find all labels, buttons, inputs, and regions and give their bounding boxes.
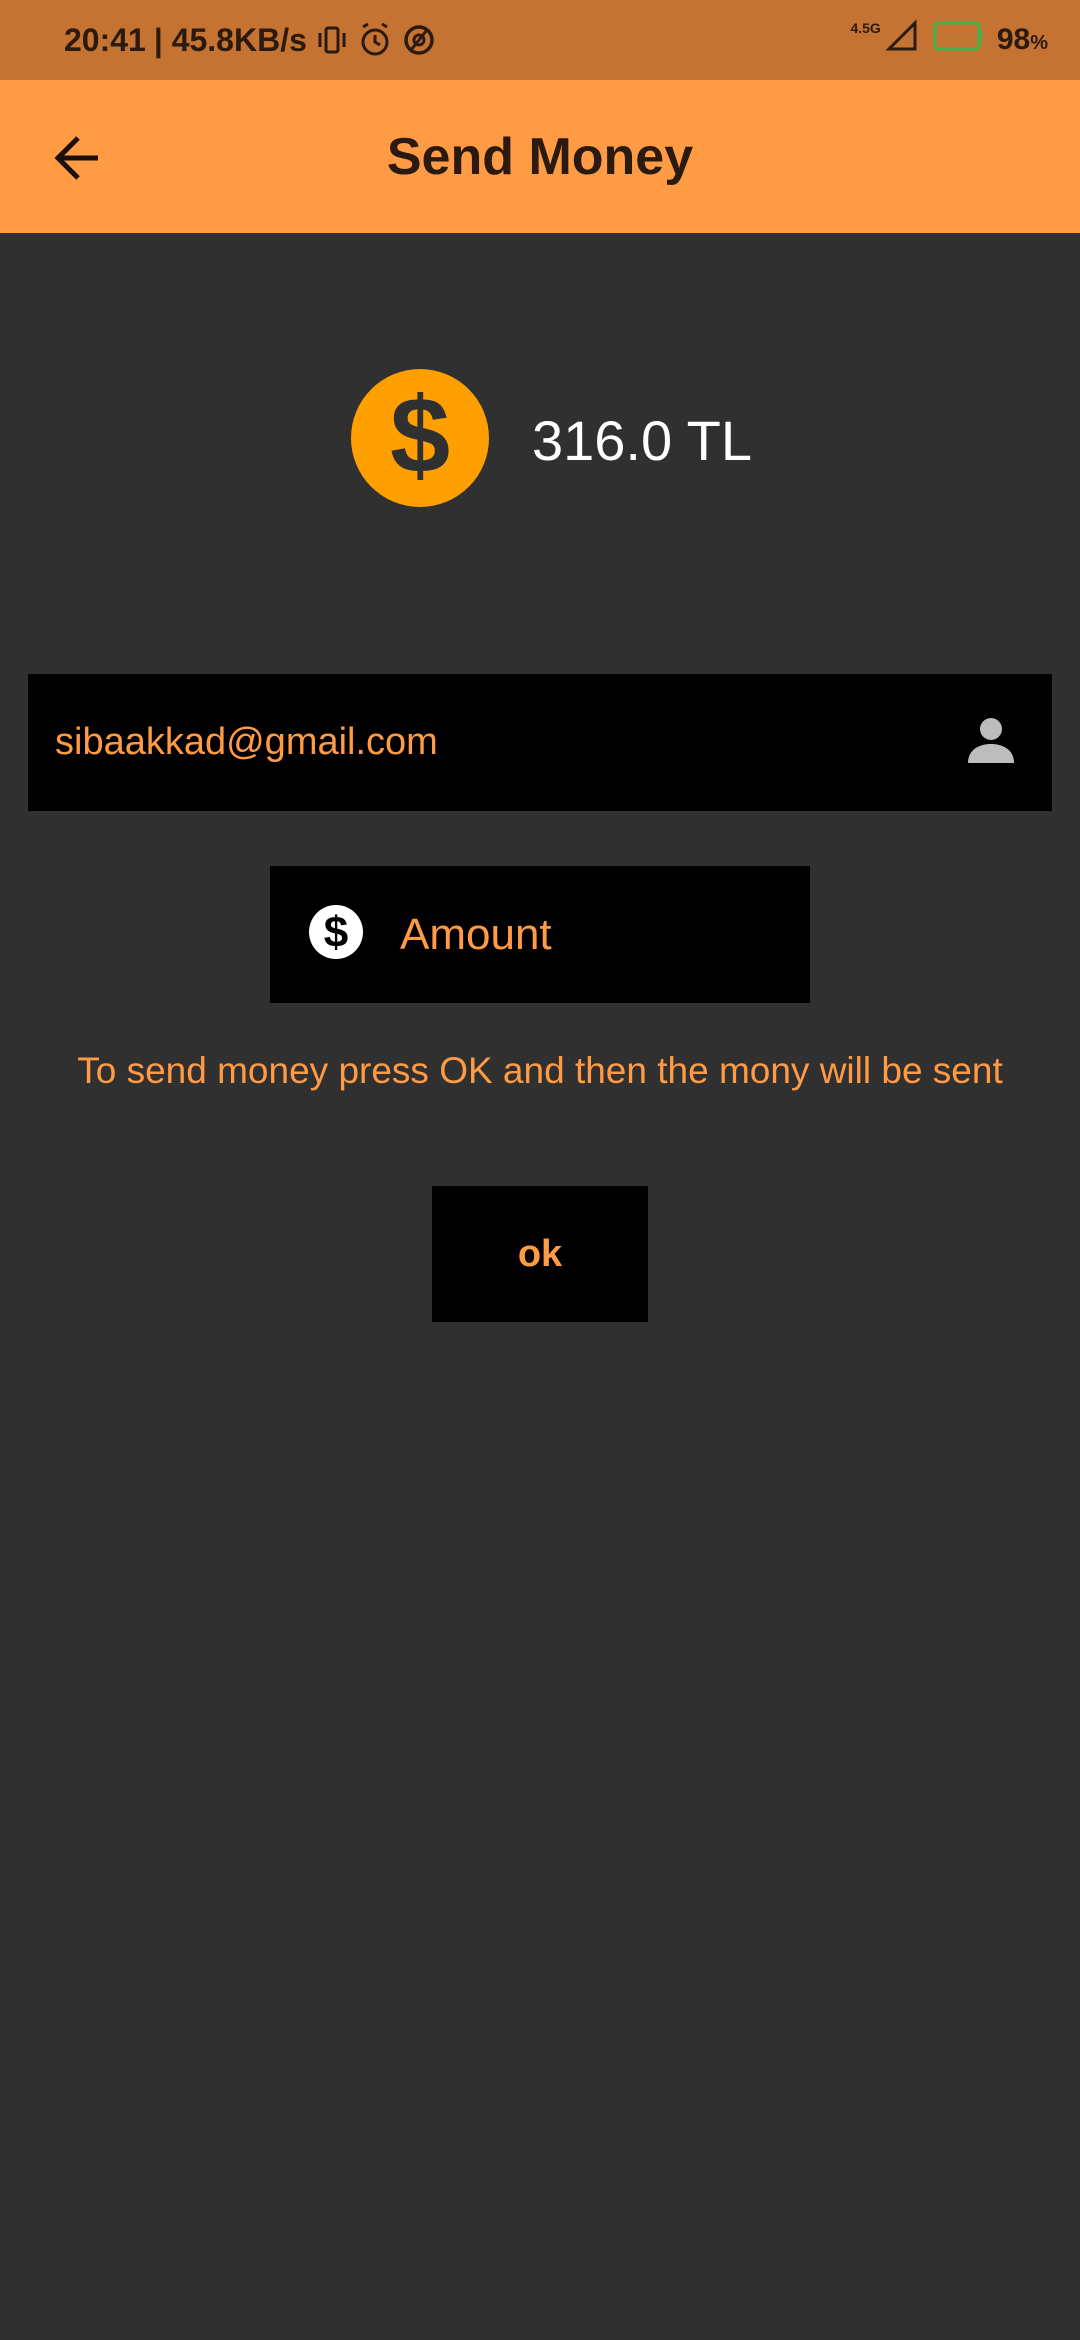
person-icon[interactable] [966, 715, 1016, 770]
dollar-coin-icon: $ [350, 368, 490, 513]
vibrate-icon [315, 23, 349, 57]
email-field[interactable]: sibaakkad@gmail.com [28, 674, 1052, 811]
page-title: Send Money [386, 127, 694, 186]
amount-field[interactable]: $ Amount [270, 866, 810, 1003]
svg-text:$: $ [390, 374, 450, 495]
status-left: 20:41 | 45.8KB/s [64, 0, 437, 80]
info-text: To send money press OK and then the mony… [77, 1050, 1003, 1091]
status-bar: 20:41 | 45.8KB/s 4.5G 98% [0, 0, 1080, 80]
data-saver-icon [401, 22, 437, 58]
balance-amount: 316.0 TL [532, 408, 753, 472]
network-type-label: 4.5G [850, 20, 881, 36]
balance-display: $ 316.0 TL [350, 368, 753, 513]
app-bar: Send Money [0, 80, 1080, 233]
status-network-speed: | 45.8KB/s [153, 21, 307, 58]
dollar-icon: $ [308, 904, 364, 965]
arrow-back-icon [54, 136, 98, 180]
amount-placeholder: Amount [400, 909, 552, 959]
email-value: sibaakkad@gmail.com [55, 721, 438, 763]
battery-icon [933, 19, 983, 61]
back-button[interactable] [40, 120, 116, 196]
signal-icon [885, 19, 919, 61]
status-right: 4.5G 98% [850, 0, 1048, 80]
status-time: 20:41 [64, 21, 146, 58]
alarm-icon [357, 22, 393, 58]
svg-text:$: $ [324, 908, 348, 957]
ok-button[interactable]: ok [432, 1186, 648, 1322]
battery-percent: 98% [996, 23, 1048, 56]
